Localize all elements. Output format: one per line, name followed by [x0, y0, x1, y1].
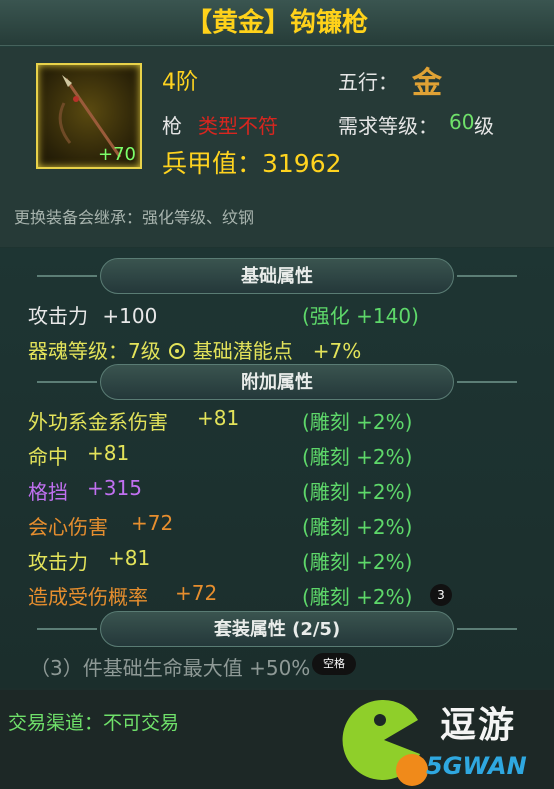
extra-attr-bonus: (雕刻 +2%)	[302, 515, 413, 539]
required-level-value: 60	[449, 110, 475, 134]
attack-bonus: (强化 +140)	[302, 304, 419, 328]
extra-attr-value: +81	[197, 406, 240, 430]
base-attrs-header: 基础属性	[37, 258, 517, 294]
extra-attr-label: 命中	[28, 445, 68, 469]
extra-attr-value: +72	[131, 511, 174, 535]
extra-attrs-header: 附加属性	[37, 364, 517, 400]
extra-attr-bonus: (雕刻 +2%)	[302, 585, 413, 609]
space-key-badge: 空格	[312, 653, 356, 675]
attack-row: 攻击力 +100	[28, 300, 157, 329]
watermark-domain: 5GWAN	[426, 752, 527, 780]
set-attrs-header: 套装属性 (2/5)	[37, 611, 517, 647]
item-title: 【黄金】钩镰枪	[0, 0, 554, 46]
pacman-logo-icon	[342, 699, 428, 786]
extra-attr-value: +81	[87, 441, 130, 465]
extra-attr-label: 造成受伤概率	[28, 585, 148, 609]
item-tooltip: 【黄金】钩镰枪 +70 4阶 五行： 金 枪 类型不符 需求等级： 60 级 兵…	[0, 0, 554, 789]
extra-attr-bonus: (雕刻 +2%)	[302, 480, 413, 504]
target-dot-icon	[168, 343, 185, 359]
weapon-type: 枪	[162, 114, 182, 138]
base-potential: 基础潜能点 +7%	[192, 339, 362, 363]
item-grade: 4阶	[162, 70, 198, 95]
attack-label: 攻击力	[28, 304, 88, 328]
extra-attr-value: +81	[108, 546, 151, 570]
site-watermark: 逗游 5GWAN	[332, 692, 554, 789]
extra-attr-label: 外功系金系伤害	[28, 410, 168, 434]
extra-attr-label: 攻击力	[28, 550, 88, 574]
extra-attr-label: 会心伤害	[28, 515, 108, 539]
wuxing-label: 五行：	[338, 70, 398, 94]
extra-attr-bonus: (雕刻 +2%)	[302, 410, 413, 434]
wuxing-metal-icon: 金	[412, 66, 442, 101]
required-level-unit: 级	[474, 114, 494, 138]
trade-channel: 交易渠道：不可交易	[8, 712, 180, 734]
extra-attr-bonus: (雕刻 +2%)	[302, 550, 413, 574]
soul-level: 器魂等级：7级	[28, 339, 161, 363]
type-mismatch-warning: 类型不符	[198, 114, 278, 138]
extra-attr-label: 格挡	[28, 480, 68, 504]
extra-attr-bonus: (雕刻 +2%)	[302, 445, 413, 469]
set-attr-line: （3）件基础生命最大值 +50%	[30, 656, 311, 680]
enhance-level: +70	[98, 144, 136, 165]
item-slot[interactable]: +70	[36, 63, 142, 169]
attack-value: +100	[102, 304, 158, 328]
hotkey-badge: 3	[430, 584, 452, 606]
extra-attr-value: +72	[175, 581, 218, 605]
power-value: 兵甲值：31962	[162, 149, 342, 178]
extra-attr-value: +315	[87, 476, 142, 500]
soul-row: 器魂等级：7级 基础潜能点 +7%	[28, 335, 361, 364]
watermark-brand: 逗游	[440, 705, 517, 746]
required-level-label: 需求等级：	[338, 114, 438, 138]
inherit-note: 更换装备会继承：强化等级、纹钢	[14, 208, 255, 227]
